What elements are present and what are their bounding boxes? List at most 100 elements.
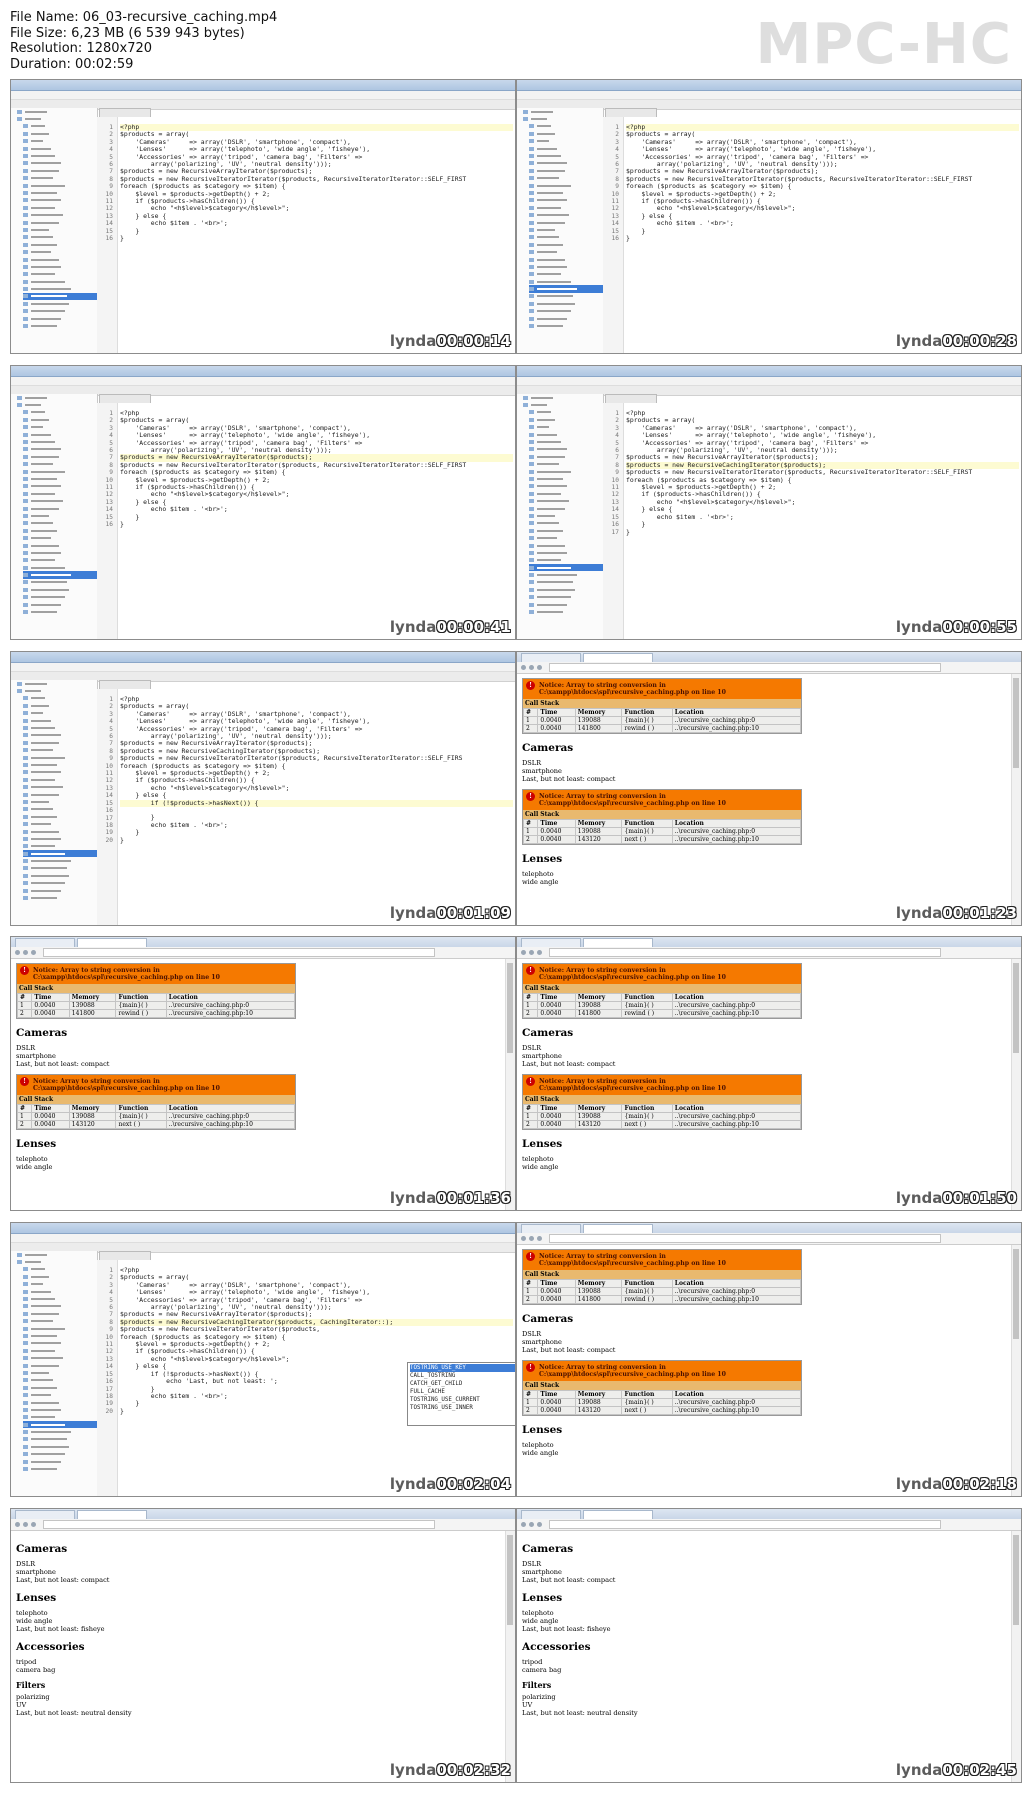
reload-icon[interactable]: [31, 1522, 36, 1527]
tree-item[interactable]: [529, 241, 603, 248]
tree-item[interactable]: [23, 211, 97, 218]
tree-item[interactable]: [529, 300, 603, 307]
url-input[interactable]: [43, 948, 435, 957]
reload-icon[interactable]: [537, 950, 542, 955]
tree-item[interactable]: [23, 167, 97, 174]
tree-item[interactable]: [23, 130, 97, 137]
tree-item[interactable]: [23, 483, 97, 490]
tree-item[interactable]: [23, 1325, 97, 1332]
tree-item[interactable]: [23, 468, 97, 475]
reload-icon[interactable]: [537, 665, 542, 670]
back-icon[interactable]: [15, 1522, 20, 1527]
tree-item[interactable]: [529, 256, 603, 263]
forward-icon[interactable]: [529, 950, 534, 955]
tree-item[interactable]: [17, 1258, 97, 1265]
tree-item[interactable]: [23, 791, 97, 798]
code-editor[interactable]: 1 2 3 4 5 6 7 8 9 10 11 12 13 14 15 16 1…: [97, 1260, 515, 1496]
tree-item[interactable]: [529, 248, 603, 255]
tree-item[interactable]: [529, 211, 603, 218]
tree-item[interactable]: [23, 292, 97, 301]
tree-item[interactable]: [23, 564, 97, 571]
tree-item[interactable]: [23, 189, 97, 196]
browser-tab-active[interactable]: [583, 1510, 653, 1519]
tree-item[interactable]: [23, 1458, 97, 1465]
tree-item[interactable]: [529, 431, 603, 438]
tree-item[interactable]: [23, 695, 97, 702]
tree-item[interactable]: [23, 300, 97, 307]
scrollbar-thumb[interactable]: [1013, 1249, 1019, 1339]
forward-icon[interactable]: [529, 665, 534, 670]
tree-item[interactable]: [23, 601, 97, 608]
vertical-scrollbar[interactable]: [1011, 1245, 1021, 1496]
tree-item[interactable]: [529, 438, 603, 445]
tree-item[interactable]: [23, 1362, 97, 1369]
tree-item[interactable]: [529, 145, 603, 152]
tree-item[interactable]: [23, 828, 97, 835]
tree-item[interactable]: [23, 315, 97, 322]
back-icon[interactable]: [521, 1236, 526, 1241]
tree-item[interactable]: [529, 563, 603, 572]
back-icon[interactable]: [521, 950, 526, 955]
menu-bar[interactable]: [11, 377, 515, 386]
tree-item[interactable]: [23, 806, 97, 813]
tree-item[interactable]: [23, 1391, 97, 1398]
tree-item[interactable]: [23, 512, 97, 519]
vertical-scrollbar[interactable]: [1011, 1531, 1021, 1782]
tree-item[interactable]: [23, 431, 97, 438]
forward-icon[interactable]: [529, 1522, 534, 1527]
browser-tab-active[interactable]: [77, 938, 147, 947]
tree-item[interactable]: [23, 1340, 97, 1347]
tree-item[interactable]: [23, 608, 97, 615]
menu-bar[interactable]: [11, 1234, 515, 1243]
code-editor[interactable]: 1 2 3 4 5 6 7 8 9 10 11 12 13 14 15 16 1…: [603, 403, 1021, 639]
tree-item[interactable]: [529, 226, 603, 233]
tree-item[interactable]: [23, 271, 97, 278]
autocomplete-item[interactable]: CALL_TOSTRINGint: [410, 1372, 515, 1380]
scrollbar-thumb[interactable]: [507, 1535, 513, 1625]
scrollbar-thumb[interactable]: [507, 963, 513, 1053]
tree-item[interactable]: [23, 438, 97, 445]
vertical-scrollbar[interactable]: [505, 1531, 515, 1782]
tree-item[interactable]: [529, 601, 603, 608]
menu-bar[interactable]: [517, 377, 1021, 386]
tree-item[interactable]: [529, 571, 603, 578]
tree-item[interactable]: [23, 1281, 97, 1288]
tree-item[interactable]: [23, 1420, 97, 1429]
tree-item[interactable]: [23, 894, 97, 901]
tree-item[interactable]: [23, 1377, 97, 1384]
tree-item[interactable]: [529, 424, 603, 431]
tree-item[interactable]: [23, 880, 97, 887]
tree-item[interactable]: [529, 461, 603, 468]
tree-item[interactable]: [23, 308, 97, 315]
tree-item[interactable]: [529, 468, 603, 475]
tree-item[interactable]: [23, 1303, 97, 1310]
tree-item[interactable]: [23, 1406, 97, 1413]
tree-item[interactable]: [529, 505, 603, 512]
url-input[interactable]: [549, 948, 941, 957]
editor-tab[interactable]: [99, 108, 151, 117]
tree-item[interactable]: [23, 813, 97, 820]
url-input[interactable]: [549, 1520, 941, 1529]
tree-item[interactable]: [23, 234, 97, 241]
tree-item[interactable]: [529, 271, 603, 278]
tree-item[interactable]: [23, 1310, 97, 1317]
tree-item[interactable]: [23, 1354, 97, 1361]
tree-item[interactable]: [23, 783, 97, 790]
tree-item[interactable]: [23, 204, 97, 211]
autocomplete-item[interactable]: TOSTRING_USE_KEYint: [410, 1364, 515, 1372]
tree-item[interactable]: [23, 710, 97, 717]
forward-icon[interactable]: [23, 950, 28, 955]
browser-tab-active[interactable]: [77, 1510, 147, 1519]
editor-tab[interactable]: [605, 108, 657, 117]
url-input[interactable]: [43, 1520, 435, 1529]
tree-item[interactable]: [23, 1384, 97, 1391]
tree-item[interactable]: [23, 182, 97, 189]
tree-item[interactable]: [529, 483, 603, 490]
tree-item[interactable]: [529, 549, 603, 556]
browser-tab[interactable]: [521, 1224, 581, 1233]
forward-icon[interactable]: [23, 1522, 28, 1527]
tree-item[interactable]: [23, 887, 97, 894]
tree-item[interactable]: [529, 512, 603, 519]
back-icon[interactable]: [521, 1522, 526, 1527]
tree-item[interactable]: [23, 1347, 97, 1354]
